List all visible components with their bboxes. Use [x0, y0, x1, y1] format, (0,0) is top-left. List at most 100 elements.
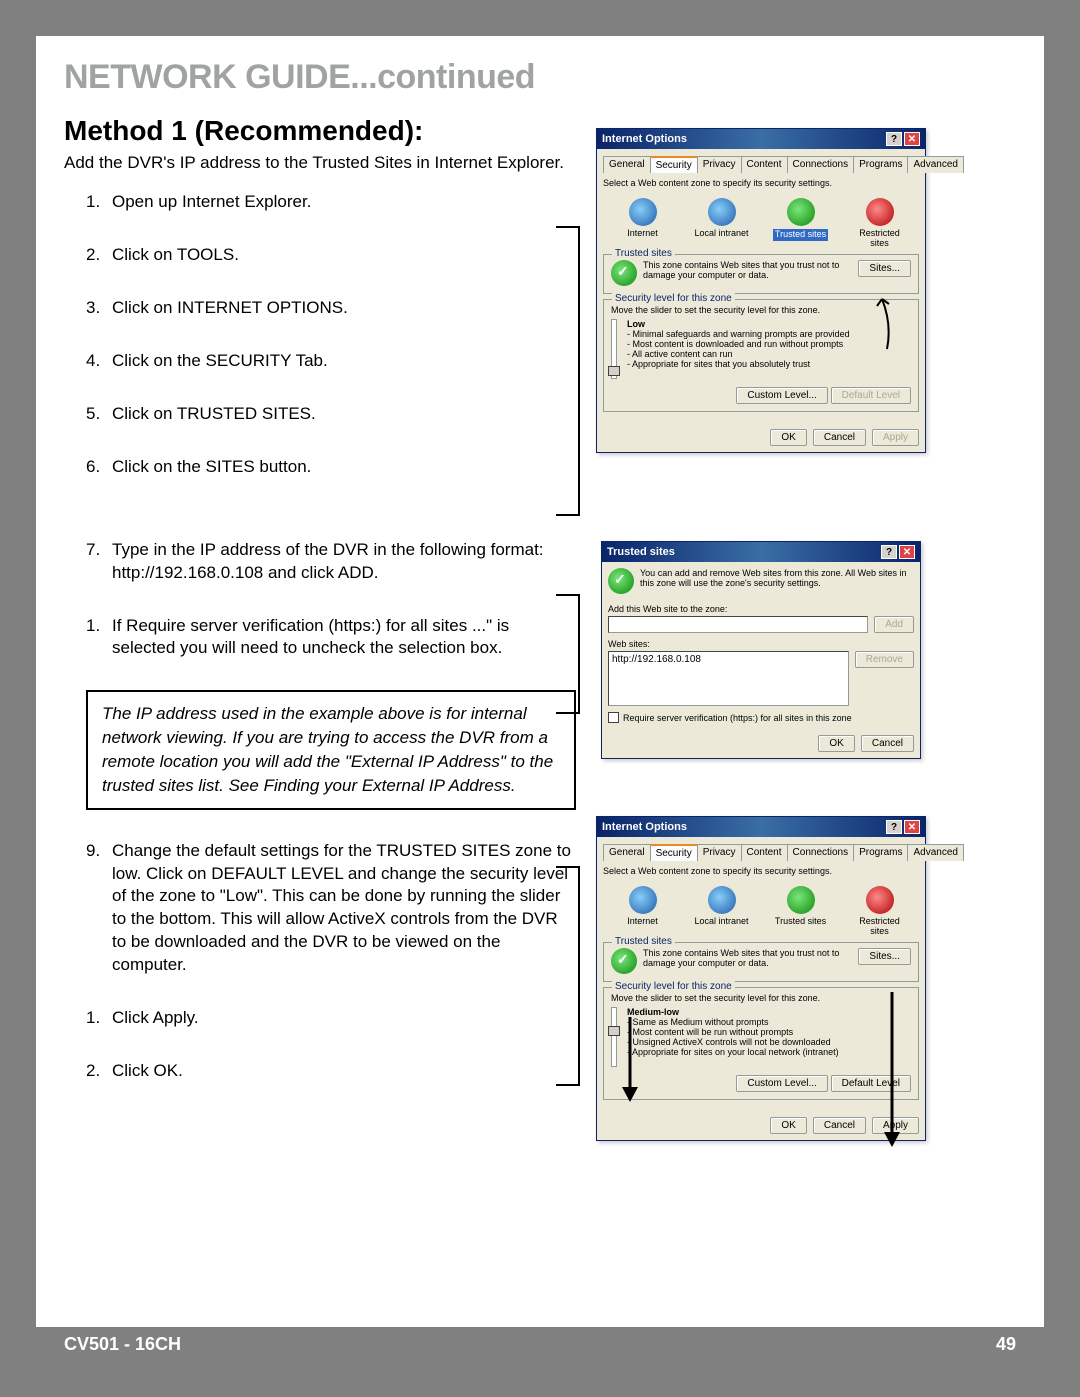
- ts-instruct: You can add and remove Web sites from th…: [640, 568, 914, 588]
- security-slider[interactable]: [611, 1007, 617, 1067]
- tab-privacy[interactable]: Privacy: [697, 156, 742, 173]
- zone-trusted-sites[interactable]: Trusted sites: [771, 886, 831, 937]
- list-label: Web sites:: [608, 639, 914, 649]
- apply-button[interactable]: Apply: [872, 429, 919, 446]
- help-icon[interactable]: ?: [881, 545, 897, 559]
- cancel-button[interactable]: Cancel: [813, 429, 866, 446]
- step-list-1: Open up Internet Explorer. Click on TOOL…: [86, 191, 576, 479]
- remove-button[interactable]: Remove: [855, 651, 914, 668]
- tab-advanced[interactable]: Advanced: [907, 156, 963, 173]
- zone-internet[interactable]: Internet: [613, 198, 673, 249]
- default-level-button[interactable]: Default Level: [831, 1075, 911, 1092]
- security-level-legend: Security level for this zone: [612, 981, 735, 992]
- security-level-legend: Security level for this zone: [612, 293, 735, 304]
- zone-internet[interactable]: Internet: [613, 886, 673, 937]
- page: NETWORK GUIDE...continued Method 1 (Reco…: [36, 36, 1044, 1361]
- tab-content[interactable]: Content: [741, 156, 788, 173]
- zone-trusted-sites[interactable]: Trusted sites: [771, 198, 831, 249]
- step-3: Click on INTERNET OPTIONS.: [86, 297, 576, 320]
- tab-programs[interactable]: Programs: [853, 156, 908, 173]
- step-9: Change the default settings for the TRUS…: [86, 840, 576, 978]
- custom-level-button[interactable]: Custom Level...: [736, 387, 827, 404]
- checkbox-label: Require server verification (https:) for…: [623, 713, 852, 723]
- level-bullet: - Minimal safeguards and warning prompts…: [627, 329, 850, 339]
- level-bullet: - Most content will be run without promp…: [627, 1027, 839, 1037]
- tab-security[interactable]: Security: [650, 844, 698, 861]
- note-box: The IP address used in the example above…: [86, 690, 576, 809]
- tab-content[interactable]: Content: [741, 844, 788, 861]
- tab-security[interactable]: Security: [650, 156, 698, 173]
- zone-local-intranet[interactable]: Local intranet: [692, 886, 752, 937]
- footer: CV501 - 16CH 49: [36, 1327, 1044, 1361]
- add-button[interactable]: Add: [874, 616, 914, 633]
- cancel-button[interactable]: Cancel: [861, 735, 914, 752]
- zone-name-legend: Trusted sites: [612, 248, 675, 259]
- step-4: Click on the SECURITY Tab.: [86, 350, 576, 373]
- level-bullet: - Unsigned ActiveX controls will not be …: [627, 1037, 839, 1047]
- level-bullet: - Appropriate for sites that you absolut…: [627, 359, 850, 369]
- zone-desc: This zone contains Web sites that you tr…: [643, 260, 852, 280]
- sec-instruct: Move the slider to set the security leve…: [611, 305, 911, 315]
- tab-connections[interactable]: Connections: [787, 844, 855, 861]
- security-slider[interactable]: [611, 319, 617, 379]
- footer-model: CV501 - 16CH: [64, 1334, 181, 1355]
- check-icon: [611, 948, 637, 974]
- dialog2-title: Trusted sites: [607, 546, 675, 558]
- zone-restricted-sites[interactable]: Restricted sites: [850, 198, 910, 249]
- close-icon[interactable]: ✕: [904, 820, 920, 834]
- zone-desc: This zone contains Web sites that you tr…: [643, 948, 852, 968]
- step-5: Click on TRUSTED SITES.: [86, 403, 576, 426]
- step-11: Click OK.: [86, 1060, 576, 1083]
- step-2: Click on TOOLS.: [86, 244, 576, 267]
- tab-privacy[interactable]: Privacy: [697, 844, 742, 861]
- add-label: Add this Web site to the zone:: [608, 604, 914, 614]
- custom-level-button[interactable]: Custom Level...: [736, 1075, 827, 1092]
- trusted-sites-dialog: Trusted sites ? ✕ You can add and remove…: [601, 541, 921, 759]
- check-icon: [611, 260, 637, 286]
- help-icon[interactable]: ?: [886, 132, 902, 146]
- zone-local-intranet[interactable]: Local intranet: [692, 198, 752, 249]
- zone-restricted-sites[interactable]: Restricted sites: [850, 886, 910, 937]
- sites-listbox[interactable]: http://192.168.0.108: [608, 651, 849, 706]
- page-number: 49: [996, 1334, 1016, 1355]
- bracket-1: [556, 226, 580, 516]
- level-bullet: - Same as Medium without prompts: [627, 1017, 839, 1027]
- help-icon[interactable]: ?: [886, 820, 902, 834]
- ok-button[interactable]: OK: [818, 735, 854, 752]
- bracket-2: [556, 594, 580, 714]
- require-https-checkbox[interactable]: [608, 712, 619, 723]
- apply-button[interactable]: Apply: [872, 1117, 919, 1134]
- close-icon[interactable]: ✕: [904, 132, 920, 146]
- level-bullet: - All active content can run: [627, 349, 850, 359]
- step-10: Click Apply.: [86, 1007, 576, 1030]
- tab-connections[interactable]: Connections: [787, 156, 855, 173]
- default-level-button[interactable]: Default Level: [831, 387, 911, 404]
- check-icon: [608, 568, 634, 594]
- tab-row: General Security Privacy Content Connect…: [603, 155, 919, 173]
- tab-programs[interactable]: Programs: [853, 844, 908, 861]
- tab-advanced[interactable]: Advanced: [907, 844, 963, 861]
- level-name: Medium-low: [627, 1007, 839, 1017]
- zone-name-legend: Trusted sites: [612, 936, 675, 947]
- tab-general[interactable]: General: [603, 156, 651, 173]
- level-bullet: - Appropriate for sites on your local ne…: [627, 1047, 839, 1057]
- tab-general[interactable]: General: [603, 844, 651, 861]
- ok-button[interactable]: OK: [770, 429, 806, 446]
- internet-options-dialog-2: Internet Options ? ✕ General Security Pr…: [596, 816, 926, 1141]
- list-item[interactable]: http://192.168.0.108: [612, 654, 845, 665]
- step-7: Type in the IP address of the DVR in the…: [86, 539, 576, 585]
- ok-button[interactable]: OK: [770, 1117, 806, 1134]
- level-name: Low: [627, 319, 850, 329]
- level-bullet: - Most content is downloaded and run wit…: [627, 339, 850, 349]
- add-site-input[interactable]: [608, 616, 868, 633]
- sec-instruct: Move the slider to set the security leve…: [611, 993, 911, 1003]
- step-list-2: Type in the IP address of the DVR in the…: [86, 539, 576, 661]
- close-icon[interactable]: ✕: [899, 545, 915, 559]
- section-title: NETWORK GUIDE...continued: [64, 58, 1016, 97]
- cancel-button[interactable]: Cancel: [813, 1117, 866, 1134]
- bracket-3: [556, 866, 580, 1086]
- dialog1-title: Internet Options: [602, 133, 687, 145]
- sites-button[interactable]: Sites...: [858, 260, 911, 277]
- sites-button[interactable]: Sites...: [858, 948, 911, 965]
- step-list-3: Change the default settings for the TRUS…: [86, 840, 576, 1084]
